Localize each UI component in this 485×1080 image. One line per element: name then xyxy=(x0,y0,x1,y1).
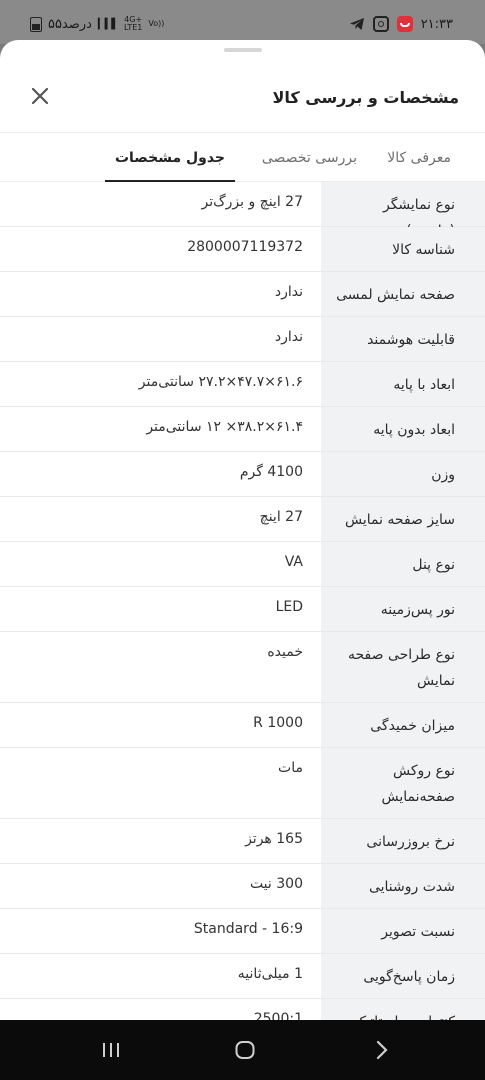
spec-row: نرخ بروزرسانی تصویر 165 هرتز xyxy=(0,819,485,876)
spec-value: ۶۱.۴×۳۸.۲× ۱۲ سانتی‌متر xyxy=(146,419,303,435)
spec-key: ابعاد بدون پایه xyxy=(321,407,485,451)
battery-text: ۵۵درصد xyxy=(48,16,92,32)
spec-value: LED xyxy=(275,599,303,615)
recent-apps-icon xyxy=(103,1043,119,1057)
tab-specs[interactable]: جدول مشخصات xyxy=(105,133,235,182)
shop-app-icon xyxy=(396,16,413,32)
spec-key: صفحه نمایش لمسی xyxy=(321,272,485,316)
specs-bottom-sheet: مشخصات و بررسی کالا معرفی کالا بررسی تخص… xyxy=(0,40,485,1020)
spec-value: 2800007119372 xyxy=(187,239,303,255)
network-sim: LTE1 xyxy=(123,23,143,32)
status-bar: ۵۵درصد ▎▍▌ 4G+ LTE1 Vo)) ۲۱:۳۳ xyxy=(0,0,485,44)
spec-row: قابلیت هوشمند ندارد xyxy=(0,317,485,362)
spec-row: نور پس‌زمینه LED xyxy=(0,587,485,632)
spec-key: نسبت تصویر xyxy=(321,909,485,953)
spec-key: ابعاد با پایه xyxy=(321,362,485,406)
spec-key: قابلیت هوشمند xyxy=(321,317,485,361)
battery-icon xyxy=(30,16,42,32)
network-indicator: 4G+ LTE1 xyxy=(124,16,142,32)
spec-key: کنتراست استاتیک xyxy=(321,999,485,1020)
spec-key: نور پس‌زمینه xyxy=(321,587,485,631)
spec-key: میزان خمیدگی xyxy=(321,703,485,747)
spec-row: سایز صفحه نمایش 27 اینچ xyxy=(0,497,485,542)
home-button[interactable] xyxy=(233,1038,257,1062)
spec-key: نرخ بروزرسانی تصویر xyxy=(321,819,485,876)
recent-apps-button[interactable] xyxy=(99,1038,123,1062)
home-icon xyxy=(235,1041,255,1059)
spec-row: زمان پاسخ‌گویی 1 میلی‌ثانیه xyxy=(0,954,485,999)
spec-key: شدت روشنایی xyxy=(321,864,485,908)
spec-key: وزن xyxy=(321,452,485,496)
spec-value: ندارد xyxy=(274,329,303,345)
spec-row: ابعاد بدون پایه ۶۱.۴×۳۸.۲× ۱۲ سانتی‌متر xyxy=(0,407,485,452)
spec-row: شناسه کالا 2800007119372 xyxy=(0,227,485,272)
spec-row: وزن 4100 گرم xyxy=(0,452,485,497)
spec-row: ابعاد با پایه ۶۱.۶×۴۷.۷×۲۷.۲ سانتی‌متر xyxy=(0,362,485,407)
spec-value: 27 اینچ و بزرگ‌تر xyxy=(201,194,303,210)
spec-row: صفحه نمایش لمسی ندارد xyxy=(0,272,485,317)
spec-value: 1000 R xyxy=(253,715,303,731)
clock: ۲۱:۳۳ xyxy=(420,16,453,32)
volte-indicator: Vo)) xyxy=(148,19,165,28)
spec-value: 2500:1 xyxy=(253,1011,303,1020)
spec-row: نوع طراحی صفحه نمایش خمیده xyxy=(0,632,485,703)
spec-table: نوع نمایشگر (مانیتور) 27 اینچ و بزرگ‌تر … xyxy=(0,182,485,1020)
telegram-icon xyxy=(349,18,364,30)
sheet-title: مشخصات و بررسی کالا xyxy=(272,88,459,107)
system-nav-bar xyxy=(0,1020,485,1080)
spec-key: شناسه کالا xyxy=(321,227,485,271)
back-icon xyxy=(376,1040,388,1060)
spec-key: نوع طراحی صفحه نمایش xyxy=(321,632,485,702)
spec-row: کنتراست استاتیک 2500:1 xyxy=(0,999,485,1020)
spec-value: خمیده xyxy=(267,644,303,660)
spec-key: سایز صفحه نمایش xyxy=(321,497,485,541)
spec-value: VA xyxy=(284,554,303,570)
tab-bar: معرفی کالا بررسی تخصصی جدول مشخصات xyxy=(0,133,485,182)
spec-row: نوع پنل VA xyxy=(0,542,485,587)
signal-icon: ▎▍▌ xyxy=(97,18,119,30)
close-icon xyxy=(31,87,49,105)
spec-row: نوع نمایشگر (مانیتور) 27 اینچ و بزرگ‌تر xyxy=(0,182,485,239)
spec-key: نوع روکش صفحه‌نمایش xyxy=(321,748,485,818)
back-button[interactable] xyxy=(370,1038,394,1062)
spec-value: ندارد xyxy=(274,284,303,300)
spec-value: ۶۱.۶×۴۷.۷×۲۷.۲ سانتی‌متر xyxy=(138,374,303,390)
spec-value: 27 اینچ xyxy=(259,509,303,525)
close-button[interactable] xyxy=(28,84,52,108)
spec-key: زمان پاسخ‌گویی xyxy=(321,954,485,998)
spec-row: شدت روشنایی 300 نیت xyxy=(0,864,485,909)
spec-value: 16:9 - Standard xyxy=(193,921,303,937)
sheet-header: مشخصات و بررسی کالا xyxy=(0,40,485,133)
spec-key: نوع پنل xyxy=(321,542,485,586)
spec-row: نوع روکش صفحه‌نمایش مات xyxy=(0,748,485,819)
spec-key: نوع نمایشگر (مانیتور) xyxy=(321,182,485,239)
spec-row: نسبت تصویر 16:9 - Standard xyxy=(0,909,485,954)
spec-value: 165 هرتز xyxy=(245,831,303,847)
spec-row: میزان خمیدگی 1000 R xyxy=(0,703,485,748)
spec-value: 4100 گرم xyxy=(239,464,303,480)
tab-intro[interactable]: معرفی کالا xyxy=(387,133,451,181)
spec-value: 300 نیت xyxy=(249,876,303,892)
instagram-icon xyxy=(372,16,389,32)
spec-value: 1 میلی‌ثانیه xyxy=(237,966,303,982)
tab-review[interactable]: بررسی تخصصی xyxy=(262,133,357,181)
spec-value: مات xyxy=(278,760,303,776)
